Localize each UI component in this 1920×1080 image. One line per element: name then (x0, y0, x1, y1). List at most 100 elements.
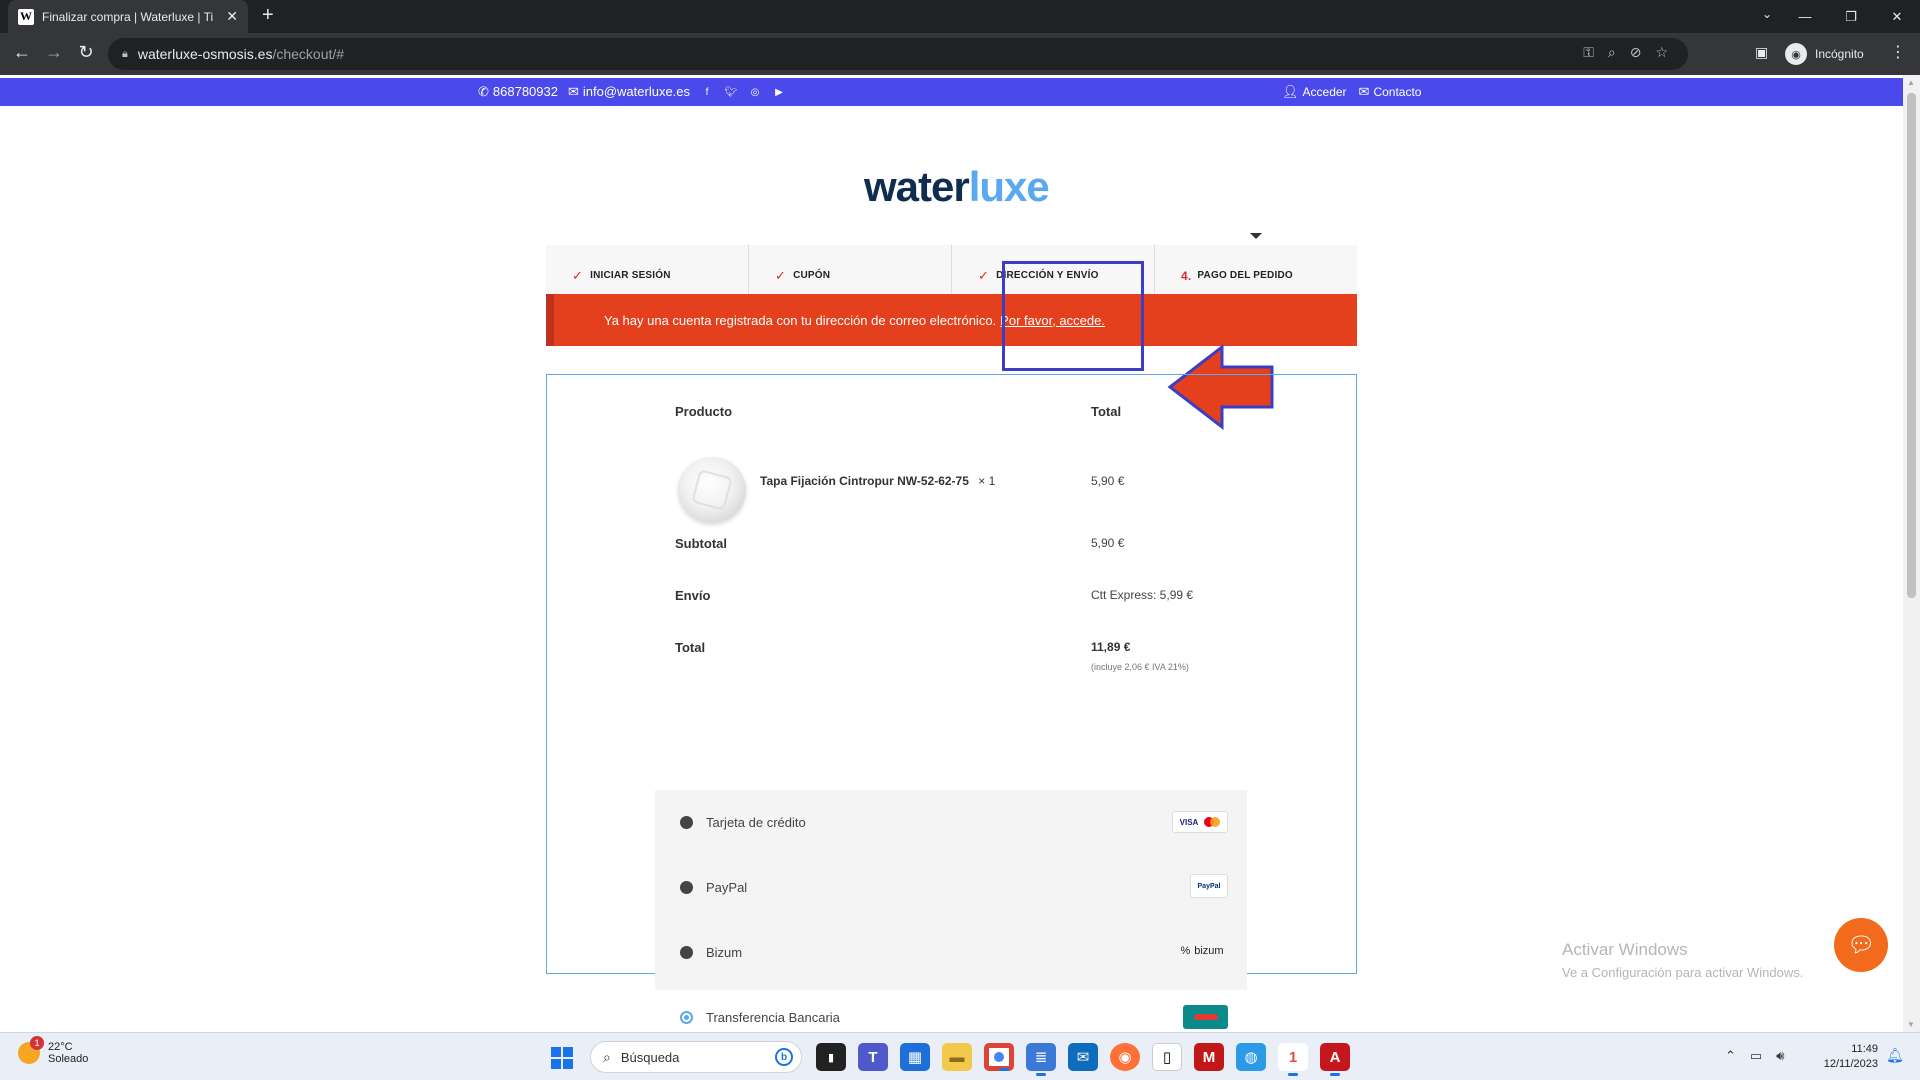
scroll-up-icon[interactable]: ▲ (1907, 78, 1915, 87)
taskbar-search[interactable]: ⌕ Búsqueda b (590, 1041, 802, 1073)
chevron-up-icon[interactable]: ⌃ (1725, 1048, 1736, 1064)
facebook-icon[interactable]: f (700, 86, 714, 98)
task-view-icon[interactable]: ▮ (816, 1043, 846, 1071)
clock-date: 12/11/2023 (1823, 1058, 1878, 1070)
zoom-icon[interactable]: ⌕ (1608, 44, 1616, 61)
mastercard-icon-b (1210, 817, 1221, 827)
scroll-down-icon[interactable]: ▼ (1907, 1020, 1915, 1029)
acrobat-icon[interactable]: A (1320, 1043, 1350, 1076)
close-window-button[interactable]: ✕ (1874, 0, 1920, 33)
minimize-button[interactable]: — (1782, 0, 1828, 33)
topbar-email[interactable]: ✉ info@waterluxe.es (568, 84, 690, 100)
url-path: /checkout/# (272, 46, 345, 62)
login-link[interactable]: 👤︎ Acceder (1282, 84, 1347, 100)
bizum-logo: % bizum (1176, 941, 1228, 961)
product-name[interactable]: Tapa Fijación Cintropur NW-52-62-75 × 1 (760, 474, 995, 488)
document-icon[interactable]: ▯ (1152, 1043, 1182, 1071)
restore-button[interactable]: ❐ (1828, 0, 1874, 33)
envelope-icon: ✉ (1358, 84, 1370, 99)
windows-logo-icon (551, 1059, 561, 1069)
incognito-profile[interactable]: ◉ Incógnito (1785, 38, 1864, 70)
total-value: 11,89 € (1091, 640, 1131, 654)
volume-icon[interactable]: 🔊︎ (1776, 1048, 1784, 1064)
mcafee-icon[interactable]: M (1194, 1043, 1224, 1071)
system-clock[interactable]: 11:49 12/11/2023 (1812, 1042, 1878, 1072)
bizum-logo-text: bizum (1194, 945, 1224, 957)
lock-icon[interactable]: 🔒︎ (122, 48, 128, 61)
error-alert: Ya hay una cuenta registrada con tu dire… (546, 294, 1357, 346)
payment-option-paypal[interactable]: PayPal (680, 880, 747, 895)
step-label: INICIAR SESIÓN (590, 270, 671, 281)
bing-icon[interactable]: b (775, 1048, 793, 1066)
instagram-icon[interactable]: ◎ (748, 86, 762, 98)
contact-label: Contacto (1373, 85, 1422, 99)
start-button[interactable] (551, 1047, 573, 1069)
url-host: waterluxe-osmosis.es (137, 46, 273, 62)
browser-tab[interactable]: W Finalizar compra | Waterluxe | Ti ✕ (8, 0, 248, 33)
globe-icon[interactable]: ◍ (1236, 1043, 1266, 1071)
network-icon[interactable]: ▭ (1750, 1048, 1762, 1064)
chat-button[interactable]: 💬︎ (1834, 918, 1888, 972)
weather-condition: Soleado (48, 1053, 89, 1065)
address-bar[interactable]: 🔒︎ waterluxe-osmosis.es/checkout/# ⚿ ⌕ ⊘… (108, 38, 1688, 70)
product-quantity: × 1 (978, 474, 996, 488)
notepad-icon[interactable]: ≣ (1026, 1043, 1056, 1076)
mail-icon[interactable]: ✉ (1068, 1043, 1098, 1071)
column-total-header: Total (1091, 404, 1122, 419)
browser-tabbar: W Finalizar compra | Waterluxe | Ti ✕ + … (0, 0, 1920, 33)
payment-option-bizum[interactable]: Bizum (680, 945, 742, 960)
star-icon[interactable]: ☆ (1655, 44, 1668, 61)
contact-link[interactable]: ✉ Contacto (1359, 84, 1422, 100)
side-panel-icon[interactable]: ▣ (1755, 44, 1768, 61)
close-tab-icon[interactable]: ✕ (226, 8, 238, 25)
step-number: 4. (1181, 268, 1192, 283)
search-placeholder: Búsqueda (620, 1049, 680, 1065)
store-icon[interactable]: ▦ (900, 1043, 930, 1071)
firefox-icon[interactable]: ◉ (1110, 1043, 1140, 1071)
eye-off-icon[interactable]: ⊘ (1630, 44, 1642, 61)
new-tab-button[interactable]: + (262, 4, 274, 27)
forward-button[interactable]: → (42, 42, 66, 63)
bank-logo-mark-icon (1193, 1014, 1218, 1020)
page-viewport: ✆ 868780932 ✉ info@waterluxe.es f 🐦︎ ◎ ▶ 👤… (0, 75, 1920, 1032)
browser-menu-icon[interactable]: ⋮ (1890, 42, 1906, 62)
tab-search-chevron-icon[interactable]: ⌄ (1762, 7, 1772, 21)
site-logo[interactable]: waterluxe (864, 163, 1050, 211)
weather-widget[interactable]: 1 22°C Soleado (18, 1036, 89, 1065)
reload-button[interactable]: ↻ (74, 42, 98, 63)
total-label: Total (675, 640, 706, 655)
page-scrollbar[interactable]: ▲ ▼ (1903, 75, 1920, 1032)
window-controls: — ❐ ✕ (1782, 0, 1920, 33)
logo-part-luxe: luxe (968, 163, 1050, 210)
product-price: 5,90 € (1091, 474, 1125, 488)
payment-label: Bizum (706, 945, 743, 960)
youtube-icon[interactable]: ▶ (772, 86, 786, 98)
profile-label: Incógnito (1815, 47, 1864, 61)
file-explorer-icon[interactable]: ▬ (942, 1043, 972, 1071)
search-icon: ⌕ (603, 1048, 611, 1065)
payment-option-credit-card[interactable]: Tarjeta de crédito (680, 815, 806, 830)
radio-button[interactable] (680, 816, 693, 829)
notification-bell-icon[interactable]: 🔔︎ (1886, 1047, 1904, 1064)
back-button[interactable]: ← (10, 42, 34, 63)
radio-button[interactable] (680, 881, 693, 894)
teams-icon[interactable]: T (858, 1043, 888, 1071)
topbar-phone[interactable]: ✆ 868780932 (478, 84, 558, 100)
payment-option-bank-transfer[interactable]: Transferencia Bancaria (680, 1010, 840, 1025)
onedrive-app-icon[interactable]: 1 (1278, 1043, 1308, 1076)
radio-button[interactable] (680, 946, 693, 959)
incognito-icon: ◉ (1785, 43, 1807, 65)
windows-logo-icon (551, 1047, 561, 1057)
omnibox-actions: ⚿ ⌕ ⊘ ☆ (1583, 44, 1668, 61)
scrollbar-thumb[interactable] (1907, 93, 1916, 598)
chrome-icon[interactable] (984, 1043, 1014, 1071)
radio-button-selected[interactable] (680, 1011, 693, 1024)
subtotal-value: 5,90 € (1091, 536, 1125, 550)
check-icon: ✓ (775, 267, 787, 283)
clock-time: 11:49 (1851, 1043, 1878, 1055)
bank-logo (1183, 1005, 1228, 1029)
payment-label: PayPal (706, 880, 748, 895)
paypal-logo: PayPal (1190, 874, 1228, 898)
key-icon[interactable]: ⚿ (1583, 44, 1594, 61)
twitter-icon[interactable]: 🐦︎ (724, 86, 738, 98)
